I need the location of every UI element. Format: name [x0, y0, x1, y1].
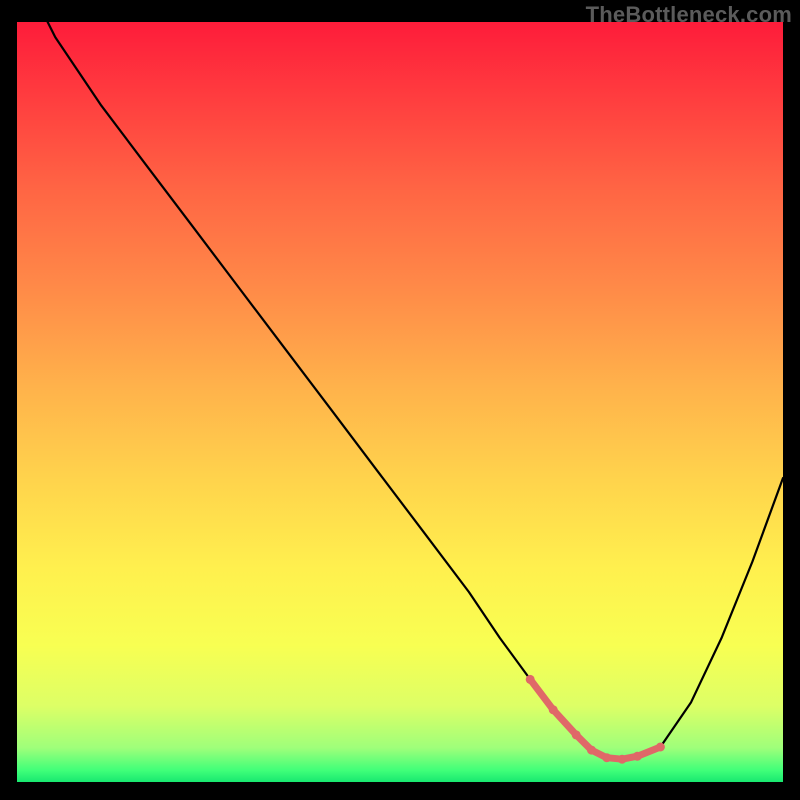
optimum-dot [602, 753, 611, 762]
plot-area [17, 22, 783, 782]
optimum-dot [549, 705, 558, 714]
curve-layer [17, 22, 783, 782]
optimum-dot [618, 755, 627, 764]
bottleneck-curve [17, 22, 783, 759]
optimum-dot [526, 675, 535, 684]
watermark-text: TheBottleneck.com [586, 2, 792, 28]
optimum-dot [633, 752, 642, 761]
optimum-dot [587, 746, 596, 755]
optimum-dot [572, 730, 581, 739]
optimum-dot [656, 743, 665, 752]
chart-container: TheBottleneck.com [0, 0, 800, 800]
optimum-highlight [530, 679, 660, 759]
